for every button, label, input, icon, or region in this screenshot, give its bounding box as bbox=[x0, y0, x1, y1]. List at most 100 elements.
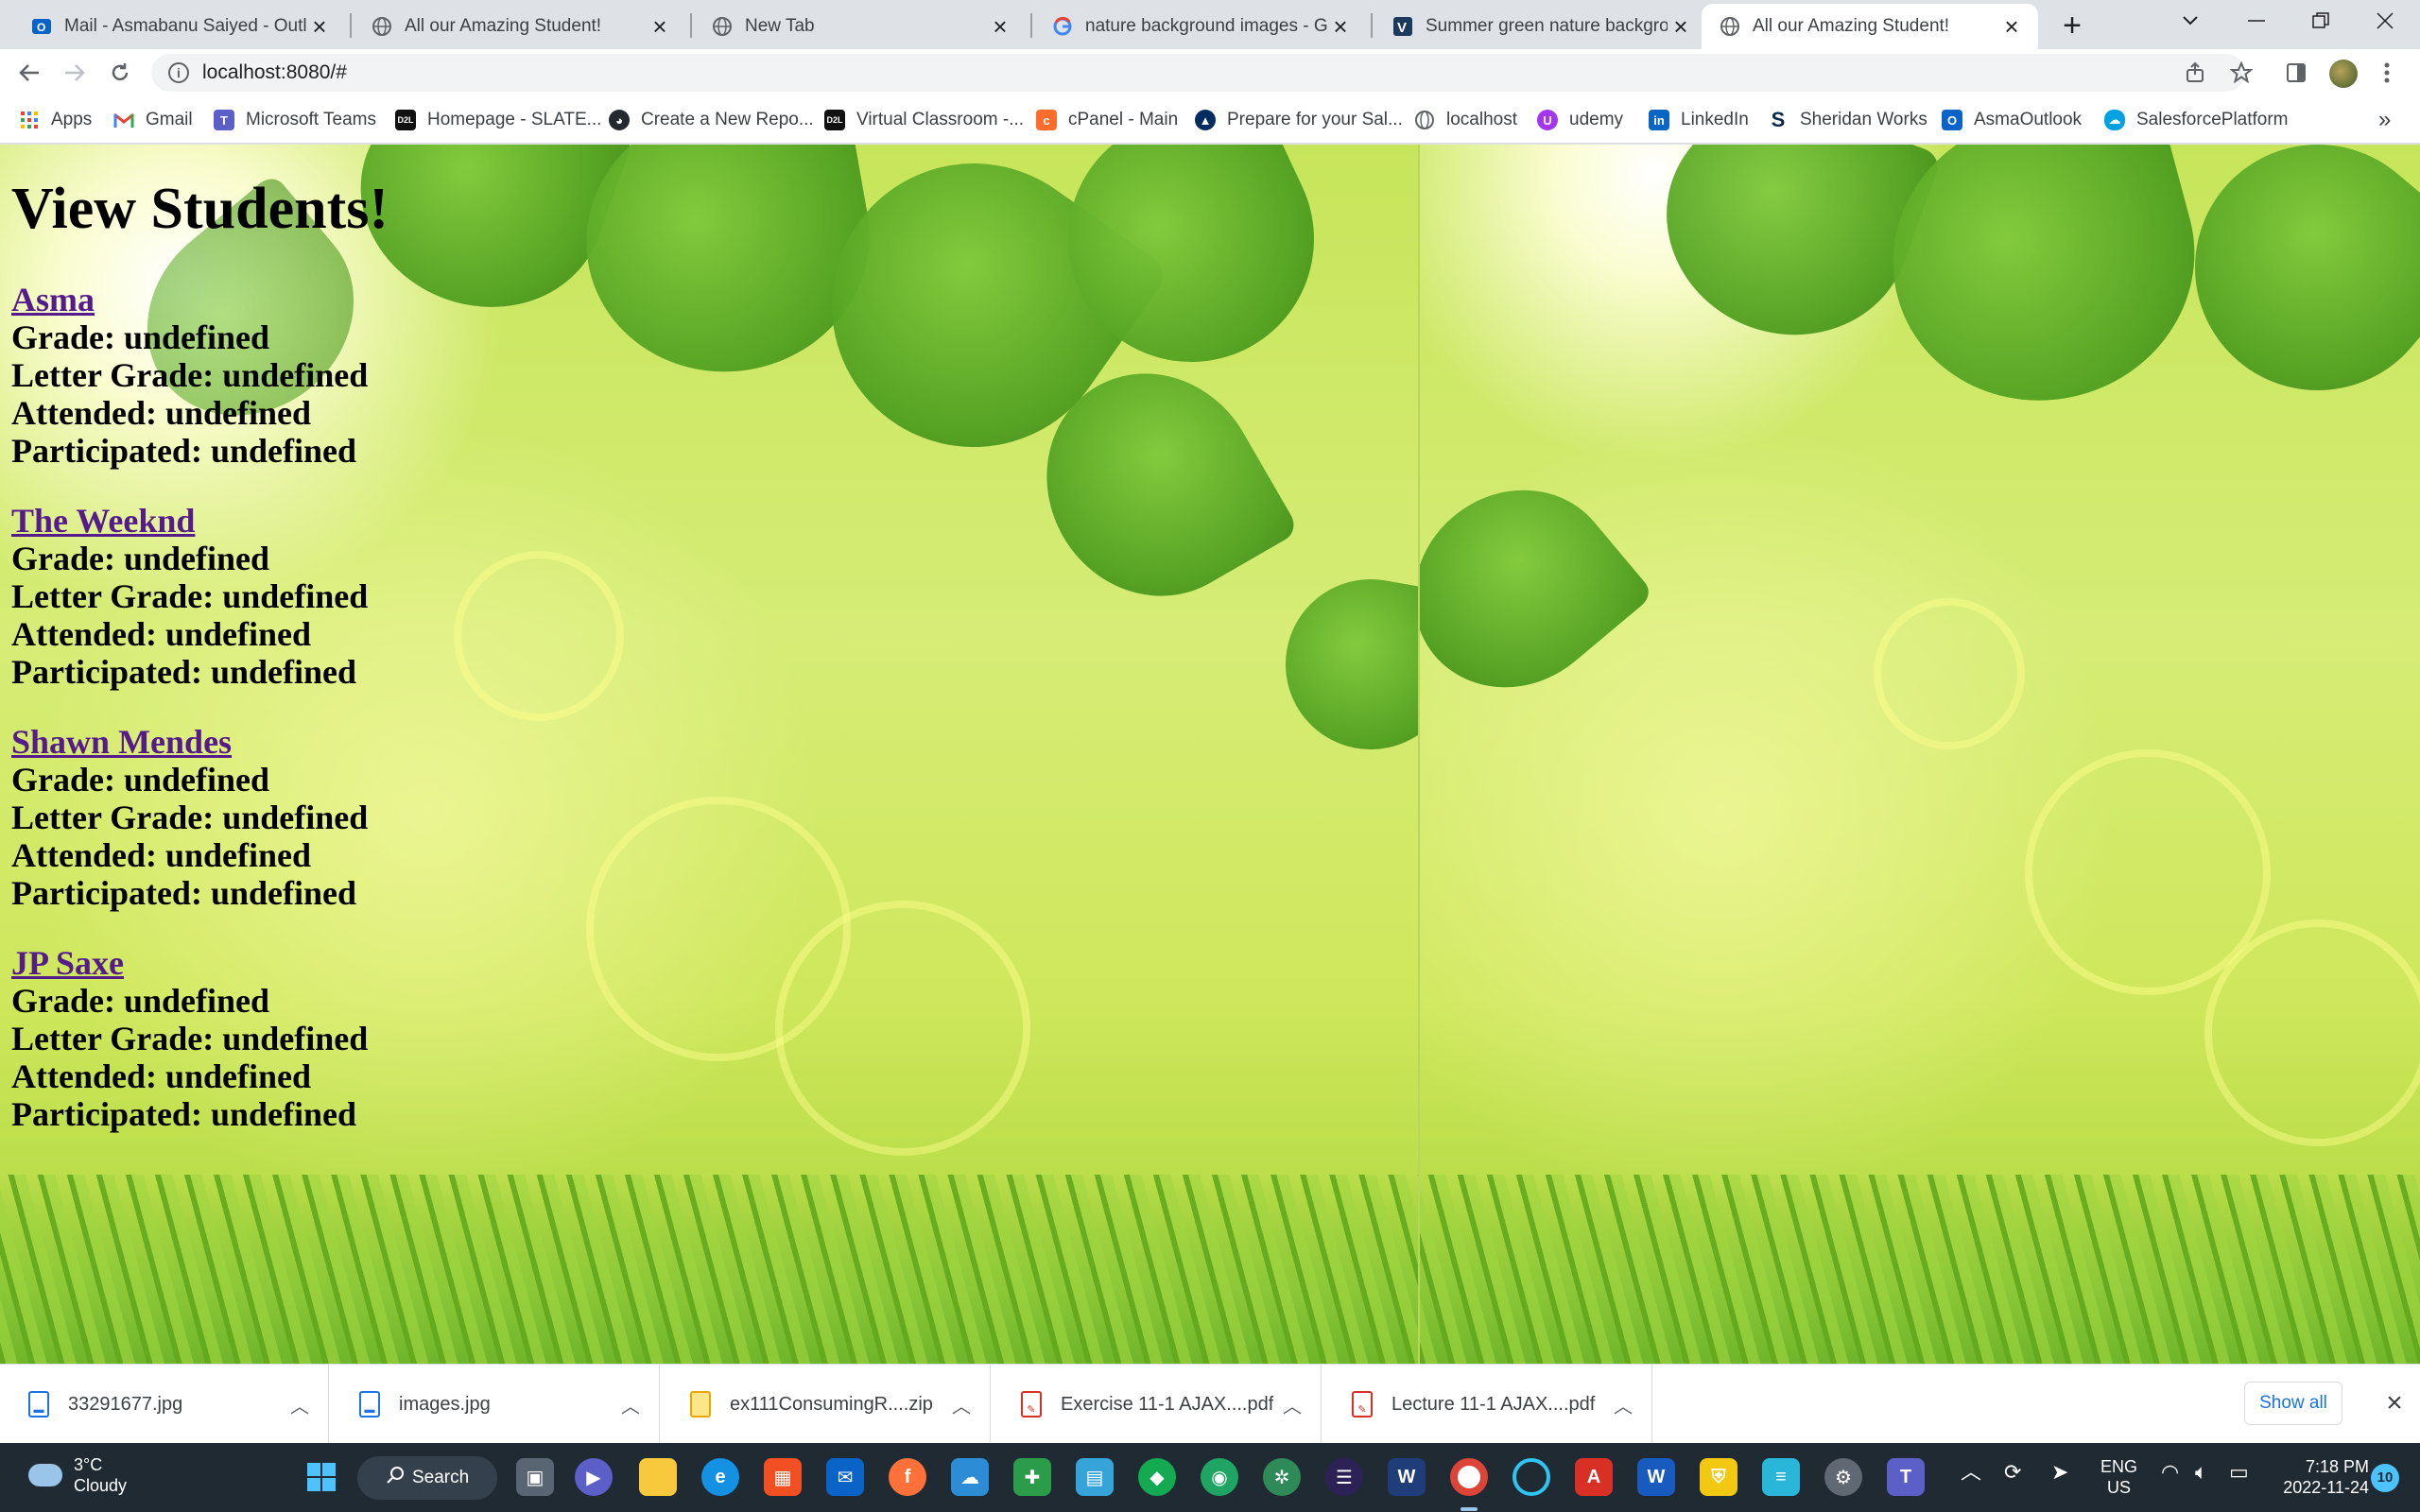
azure-data-icon[interactable]: ▤ bbox=[1076, 1458, 1114, 1496]
side-panel-icon[interactable] bbox=[2278, 55, 2314, 91]
student-name-link[interactable]: Shawn Mendes bbox=[11, 723, 232, 761]
settings-gear-icon[interactable]: ⚙ bbox=[1824, 1458, 1862, 1496]
close-tab-icon[interactable]: × bbox=[306, 12, 333, 41]
d2l-icon: D2L bbox=[824, 110, 845, 130]
notification-badge[interactable]: 10 bbox=[2371, 1464, 2399, 1492]
mysql-workbench-icon[interactable]: ◉ bbox=[1201, 1458, 1238, 1496]
chrome-icon[interactable] bbox=[1450, 1458, 1488, 1496]
share-icon[interactable] bbox=[2178, 55, 2214, 91]
firefox-icon[interactable]: f bbox=[889, 1458, 926, 1496]
clock[interactable]: 7:18 PM 2022-11-24 bbox=[2271, 1456, 2369, 1498]
tab-amazing-student-1[interactable]: All our Amazing Student! × bbox=[354, 4, 686, 49]
bookmark-linkedin[interactable]: in LinkedIn bbox=[1649, 106, 1749, 134]
word-icon[interactable]: W bbox=[1637, 1458, 1675, 1496]
mongodb-icon[interactable]: ◆ bbox=[1138, 1458, 1176, 1496]
tab-new-tab[interactable]: New Tab × bbox=[694, 4, 1027, 49]
tab-amazing-student-active[interactable]: All our Amazing Student! × bbox=[1702, 4, 2038, 49]
atom-icon[interactable]: ✲ bbox=[1263, 1458, 1301, 1496]
download-item[interactable]: ▬ images.jpg ︿ bbox=[331, 1365, 660, 1444]
bookmark-asma-outlook[interactable]: O AsmaOutlook bbox=[1942, 106, 2082, 134]
wifi-icon[interactable]: ◠ bbox=[2161, 1462, 2179, 1483]
profile-avatar[interactable] bbox=[2329, 60, 2358, 88]
more-menu-icon[interactable] bbox=[2369, 55, 2405, 91]
file-explorer-icon[interactable] bbox=[639, 1458, 677, 1496]
close-window-icon[interactable] bbox=[2352, 0, 2418, 42]
show-hidden-icons-chevron[interactable]: ︿ bbox=[1961, 1462, 1981, 1483]
cortana-icon[interactable] bbox=[1512, 1458, 1550, 1496]
edge-browser-icon[interactable]: e bbox=[701, 1458, 739, 1496]
volume-icon[interactable]: 🔈︎ bbox=[2195, 1462, 2207, 1483]
security-shield-icon[interactable]: ⛨ bbox=[1700, 1458, 1737, 1496]
tab-google-search[interactable]: nature background images - Google × bbox=[1034, 4, 1367, 49]
weather-app-icon[interactable]: ☁ bbox=[951, 1458, 989, 1496]
bookmark-virtual-classroom[interactable]: D2L Virtual Classroom -... bbox=[824, 106, 1024, 134]
chevron-up-icon[interactable]: ︿ bbox=[942, 1391, 980, 1418]
mail-icon[interactable]: ✉ bbox=[826, 1458, 864, 1496]
bookmark-slate-homepage[interactable]: D2L Homepage - SLATE... bbox=[395, 106, 601, 134]
chevron-up-icon[interactable]: ︿ bbox=[1604, 1391, 1642, 1418]
weather-description: Cloudy bbox=[74, 1476, 128, 1495]
bookmark-github-new-repo[interactable]: ◕ Create a New Repo... bbox=[609, 106, 814, 134]
student-name-link[interactable]: The Weeknd bbox=[11, 502, 195, 540]
download-item[interactable]: ex111ConsumingR....zip ︿ bbox=[662, 1365, 991, 1444]
close-tab-icon[interactable]: × bbox=[1998, 12, 2025, 41]
windows-start-icon[interactable] bbox=[302, 1458, 340, 1496]
bookmark-apps[interactable]: Apps bbox=[19, 106, 92, 134]
teams-icon[interactable]: T bbox=[1887, 1458, 1925, 1496]
battery-icon[interactable]: ▭ bbox=[2229, 1462, 2249, 1483]
bookmark-udemy[interactable]: U udemy bbox=[1537, 106, 1623, 134]
weather-widget[interactable]: 3°C Cloudy bbox=[28, 1454, 127, 1496]
back-arrow-icon[interactable] bbox=[11, 55, 47, 91]
more-bookmarks-button[interactable]: » bbox=[2378, 106, 2391, 134]
chevron-up-icon[interactable]: ︿ bbox=[612, 1391, 649, 1418]
close-tab-icon[interactable]: × bbox=[647, 12, 673, 41]
webstorm-icon[interactable]: W bbox=[1388, 1458, 1426, 1496]
address-bar[interactable]: i localhost:8080/# bbox=[151, 54, 2245, 92]
tab-outlook-mail[interactable]: O Mail - Asmabanu Saiyed - Outlook × bbox=[13, 4, 346, 49]
tab-strip: O Mail - Asmabanu Saiyed - Outlook × All… bbox=[0, 0, 2420, 49]
chevron-up-icon[interactable]: ︿ bbox=[1273, 1391, 1311, 1418]
tab-search-chevron-icon[interactable] bbox=[2157, 0, 2223, 42]
svg-text:V: V bbox=[1397, 20, 1407, 36]
tab-vecteezy[interactable]: V Summer green nature background × bbox=[1374, 4, 1707, 49]
close-tab-icon[interactable]: × bbox=[1668, 12, 1694, 41]
send-arrow-icon[interactable]: ➤ bbox=[2051, 1462, 2068, 1483]
sync-icon[interactable]: ⟳ bbox=[2004, 1462, 2021, 1483]
new-tab-button[interactable]: + bbox=[2056, 9, 2088, 42]
bookmark-trailhead[interactable]: ▲ Prepare for your Sal... bbox=[1195, 106, 1403, 134]
download-item[interactable]: ✎ Lecture 11-1 AJAX....pdf ︿ bbox=[1323, 1365, 1652, 1444]
bookmark-label: cPanel - Main bbox=[1068, 110, 1179, 129]
close-tab-icon[interactable]: × bbox=[987, 12, 1013, 41]
chevron-up-icon[interactable]: ︿ bbox=[281, 1391, 319, 1418]
excel-tool-icon[interactable]: ✚ bbox=[1013, 1458, 1051, 1496]
language-indicator[interactable]: ENG US bbox=[2100, 1456, 2137, 1498]
site-info-icon[interactable]: i bbox=[168, 62, 189, 83]
forward-arrow-icon[interactable] bbox=[57, 55, 93, 91]
restore-icon[interactable] bbox=[2288, 0, 2354, 42]
notepad-icon[interactable]: ≡ bbox=[1762, 1458, 1800, 1496]
bookmark-sheridan-works[interactable]: S Sheridan Works bbox=[1768, 106, 1927, 134]
taskbar-search-box[interactable]: Search bbox=[357, 1456, 497, 1500]
student-participated: Participated: undefined bbox=[11, 653, 356, 691]
student-name-link[interactable]: JP Saxe bbox=[11, 944, 124, 982]
bookmark-localhost[interactable]: localhost bbox=[1414, 106, 1517, 134]
close-tab-icon[interactable]: × bbox=[1327, 12, 1354, 41]
student-name-link[interactable]: Asma bbox=[11, 281, 95, 318]
vecteezy-icon: V bbox=[1392, 15, 1414, 38]
reload-icon[interactable] bbox=[102, 55, 138, 91]
task-view-icon[interactable]: ▣ bbox=[516, 1458, 554, 1496]
download-item[interactable]: ✎ Exercise 11-1 AJAX....pdf ︿ bbox=[993, 1365, 1322, 1444]
close-download-bar-icon[interactable]: × bbox=[2378, 1387, 2411, 1419]
minimize-icon[interactable] bbox=[2223, 0, 2290, 42]
bookmark-star-icon[interactable] bbox=[2223, 55, 2259, 91]
eclipse-icon[interactable]: ☰ bbox=[1325, 1458, 1363, 1496]
bookmark-microsoft-teams[interactable]: T Microsoft Teams bbox=[214, 106, 376, 134]
microsoft-store-icon[interactable]: ▦ bbox=[764, 1458, 802, 1496]
bookmark-salesforce-platform[interactable]: ☁ SalesforcePlatform bbox=[2104, 106, 2289, 134]
download-item[interactable]: ▬ 33291677.jpg ︿ bbox=[0, 1365, 329, 1444]
bookmark-gmail[interactable]: Gmail bbox=[113, 106, 193, 134]
teams-chat-icon[interactable]: ▶ bbox=[575, 1458, 613, 1496]
bookmark-cpanel[interactable]: c cPanel - Main bbox=[1036, 106, 1178, 134]
acrobat-icon[interactable]: A bbox=[1575, 1458, 1613, 1496]
show-all-downloads-button[interactable]: Show all bbox=[2244, 1382, 2342, 1425]
